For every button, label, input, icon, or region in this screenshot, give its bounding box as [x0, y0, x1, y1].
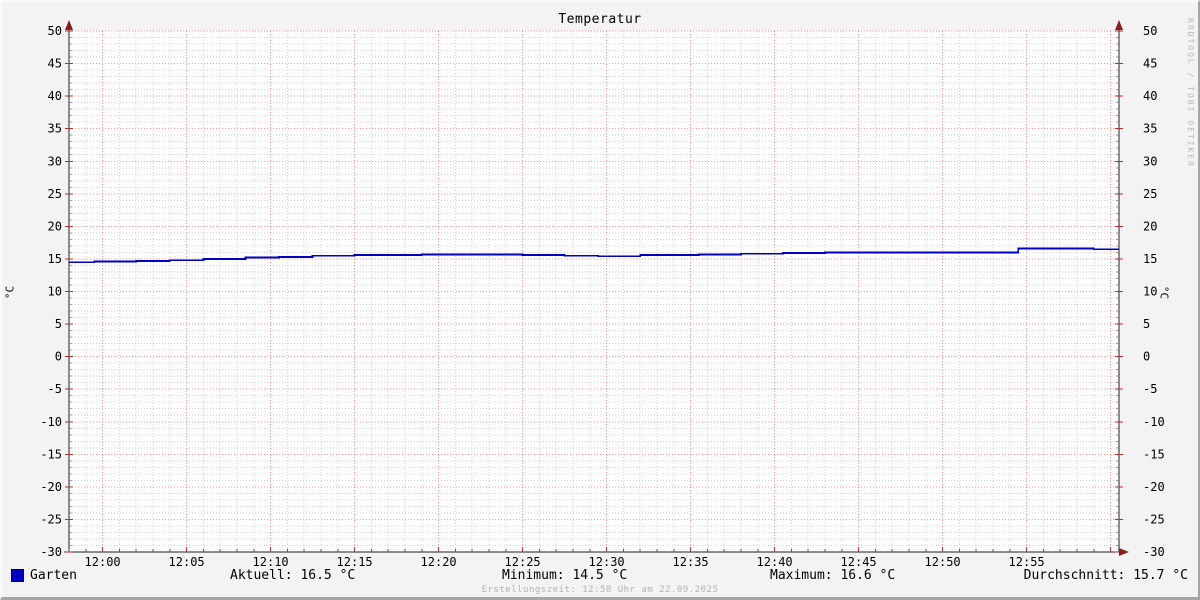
svg-text:12:15: 12:15: [337, 555, 373, 569]
svg-text:-10: -10: [40, 415, 62, 429]
svg-text:10: 10: [1143, 285, 1157, 299]
svg-text:40: 40: [1143, 89, 1157, 103]
legend-row: Garten Aktuell: 16.5 °C Minimum: 14.5 °C…: [2, 568, 1198, 584]
series-label: Garten: [30, 568, 77, 583]
svg-text:5: 5: [55, 317, 62, 331]
svg-text:-15: -15: [1143, 447, 1165, 461]
svg-text:20: 20: [1143, 219, 1157, 233]
svg-text:35: 35: [48, 122, 62, 136]
svg-text:25: 25: [1143, 187, 1157, 201]
svg-text:-25: -25: [1143, 512, 1165, 526]
svg-text:12:50: 12:50: [925, 555, 961, 569]
creation-timestamp: Erstellungszeit: 12:58 Uhr am 22.09.2025: [481, 585, 719, 595]
svg-text:50: 50: [48, 24, 62, 38]
svg-text:12:55: 12:55: [1009, 555, 1045, 569]
svg-text:15: 15: [1143, 252, 1157, 266]
svg-text:15: 15: [48, 252, 62, 266]
svg-text:-30: -30: [1143, 545, 1165, 559]
svg-text:12:30: 12:30: [589, 555, 625, 569]
svg-text:12:00: 12:00: [85, 555, 121, 569]
svg-text:-10: -10: [1143, 415, 1165, 429]
svg-text:30: 30: [1143, 154, 1157, 168]
chart-plot-area: -30 -30 -25 -25 -20 -20 -15 -15 -10 -10 -5 -5 0 0 5 5 10…: [40, 20, 1165, 569]
svg-text:0: 0: [1143, 350, 1150, 364]
rrdtool-graph: Temperatur RRDTOOL / TOBI OETIKER °C °C …: [0, 0, 1200, 600]
svg-text:10: 10: [48, 285, 62, 299]
svg-text:50: 50: [1143, 24, 1157, 38]
svg-text:0: 0: [55, 350, 62, 364]
stat-aktuell: Aktuell: 16.5 °C: [230, 568, 356, 583]
svg-text:-30: -30: [40, 545, 62, 559]
svg-text:45: 45: [1143, 57, 1157, 71]
svg-text:40: 40: [48, 89, 62, 103]
svg-text:35: 35: [1143, 122, 1157, 136]
svg-text:5: 5: [1143, 317, 1150, 331]
svg-text:12:25: 12:25: [505, 555, 541, 569]
svg-text:-5: -5: [48, 382, 62, 396]
svg-text:25: 25: [48, 187, 62, 201]
stat-minimum: Minimum: 14.5 °C: [502, 568, 628, 583]
svg-text:30: 30: [48, 154, 62, 168]
svg-text:12:10: 12:10: [253, 555, 289, 569]
svg-text:-15: -15: [40, 447, 62, 461]
svg-text:-20: -20: [1143, 480, 1165, 494]
svg-text:12:20: 12:20: [421, 555, 457, 569]
svg-text:-25: -25: [40, 512, 62, 526]
svg-text:12:35: 12:35: [673, 555, 709, 569]
svg-text:12:45: 12:45: [841, 555, 877, 569]
series-color-swatch: [11, 569, 24, 582]
stat-durchschnitt: Durchschnitt: 15.7 °C: [1023, 568, 1188, 583]
svg-text:20: 20: [48, 219, 62, 233]
svg-text:-20: -20: [40, 480, 62, 494]
stat-maximum: Maximum: 16.6 °C: [770, 568, 896, 583]
svg-text:45: 45: [48, 57, 62, 71]
svg-text:-5: -5: [1143, 382, 1157, 396]
svg-text:12:05: 12:05: [169, 555, 205, 569]
svg-text:12:40: 12:40: [757, 555, 793, 569]
